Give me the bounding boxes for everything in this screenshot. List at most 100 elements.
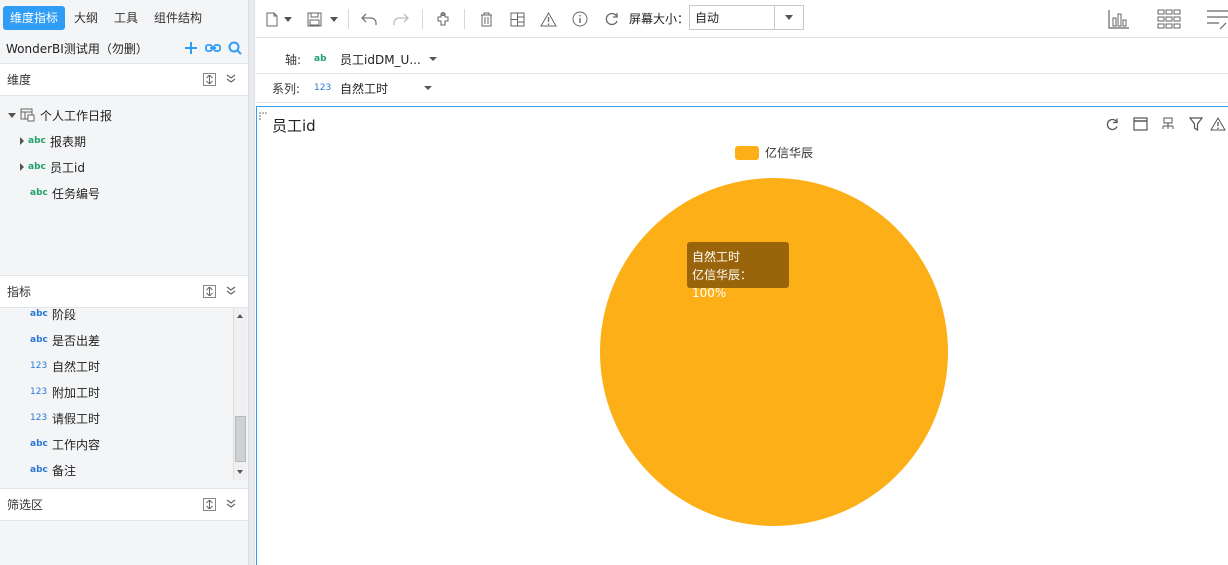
left-panel: 维度指标 大纲 工具 组件结构 WonderBI测试用（勿删） 维度 个人工作日… bbox=[0, 0, 248, 565]
list-item[interactable]: abc 备注 bbox=[30, 460, 76, 480]
collapse-chevron-icon[interactable] bbox=[226, 73, 238, 87]
axis-label: 轴: bbox=[285, 52, 302, 67]
toolbar: 屏幕大小： 自动 bbox=[256, 0, 1228, 38]
project-bar: WonderBI测试用（勿删） bbox=[6, 38, 246, 58]
list-item[interactable]: 123 自然工时 bbox=[30, 356, 100, 376]
pie-slice-亿信华辰[interactable] bbox=[600, 178, 948, 526]
warning-icon[interactable] bbox=[538, 9, 558, 29]
dimension-section-title: 维度 bbox=[7, 73, 32, 87]
panel-splitter[interactable] bbox=[248, 0, 255, 565]
tooltip-value: 亿信华辰：100% bbox=[692, 268, 753, 300]
field-label: 是否出差 bbox=[52, 333, 101, 348]
expand-panel-icon[interactable] bbox=[203, 73, 216, 86]
screen-size-label: 屏幕大小： bbox=[629, 12, 690, 26]
list-item[interactable]: abc 是否出差 bbox=[30, 330, 100, 350]
scroll-thumb[interactable] bbox=[235, 416, 246, 462]
grid-view-icon[interactable] bbox=[1156, 7, 1182, 31]
screen-size-select[interactable]: 自动 bbox=[689, 5, 804, 30]
metric-section-header: 指标 bbox=[0, 275, 248, 308]
link-icon[interactable] bbox=[202, 39, 224, 57]
left-tabs: 维度指标 大纲 工具 组件结构 bbox=[0, 4, 211, 32]
tree-table-node[interactable]: 个人工作日报 bbox=[8, 105, 112, 125]
save-icon[interactable] bbox=[306, 9, 322, 29]
search-icon[interactable] bbox=[224, 39, 246, 57]
redo-icon[interactable] bbox=[390, 9, 412, 29]
tree-item[interactable]: abc 报表期 bbox=[20, 131, 86, 151]
field-type-number: 123 bbox=[30, 413, 48, 423]
filter-section-header: 筛选区 bbox=[0, 488, 248, 521]
add-icon[interactable] bbox=[180, 39, 202, 57]
axis-field-select[interactable]: ab 员工idDM_U... bbox=[314, 51, 437, 68]
list-item[interactable]: 123 附加工时 bbox=[30, 382, 100, 402]
field-type-number: 123 bbox=[314, 83, 332, 93]
collapse-chevron-icon[interactable] bbox=[226, 285, 238, 299]
project-name: WonderBI测试用（勿删） bbox=[6, 41, 148, 56]
field-type-abc: abc bbox=[30, 465, 48, 475]
field-type-abc: abc bbox=[28, 136, 46, 146]
metric-section-title: 指标 bbox=[7, 285, 32, 299]
chevron-down-icon[interactable] bbox=[774, 6, 803, 29]
field-label: 员工id bbox=[50, 160, 85, 175]
expand-panel-icon[interactable] bbox=[203, 285, 216, 298]
info-icon[interactable] bbox=[570, 9, 590, 29]
tab-component-structure[interactable]: 组件结构 bbox=[147, 6, 209, 30]
series-row: 系列: 123 自然工时 bbox=[256, 74, 1228, 103]
toolbar-separator bbox=[464, 9, 465, 29]
metric-list-scrollbar[interactable] bbox=[233, 308, 247, 480]
collapse-chevron-icon[interactable] bbox=[226, 498, 238, 512]
tab-outline[interactable]: 大纲 bbox=[67, 6, 105, 30]
plugin-icon[interactable] bbox=[432, 9, 454, 29]
save-dropdown-icon[interactable] bbox=[328, 9, 340, 29]
tab-tools[interactable]: 工具 bbox=[107, 6, 145, 30]
list-item[interactable]: 123 请假工时 bbox=[30, 408, 100, 428]
field-label: 备注 bbox=[52, 463, 77, 478]
field-label: 报表期 bbox=[50, 134, 87, 149]
collapsed-triangle-icon[interactable] bbox=[20, 163, 24, 171]
expand-panel-icon[interactable] bbox=[203, 498, 216, 511]
list-item[interactable]: abc 工作内容 bbox=[30, 434, 100, 454]
field-type-abc: abc bbox=[30, 335, 48, 345]
pie-chart[interactable] bbox=[257, 107, 1228, 565]
chart-widget[interactable]: 员工id 亿信华辰 自然工时 亿信华辰：100% bbox=[256, 106, 1228, 565]
collapsed-triangle-icon[interactable] bbox=[20, 137, 24, 145]
field-label: 工作内容 bbox=[52, 437, 101, 452]
undo-icon[interactable] bbox=[358, 9, 380, 29]
scroll-down-icon[interactable] bbox=[237, 470, 243, 474]
series-label: 系列: bbox=[272, 81, 301, 96]
field-type-abc: abc bbox=[30, 309, 48, 319]
chevron-down-icon[interactable] bbox=[428, 57, 437, 61]
chart-view-icon[interactable] bbox=[1106, 7, 1132, 31]
field-type-abc: abc bbox=[28, 162, 46, 172]
new-file-icon[interactable] bbox=[264, 9, 280, 29]
field-label: 请假工时 bbox=[52, 411, 101, 426]
chart-tooltip: 自然工时 亿信华辰：100% bbox=[687, 242, 789, 300]
series-field-value: 自然工时 bbox=[340, 81, 389, 96]
tab-dimension-metric[interactable]: 维度指标 bbox=[3, 6, 66, 30]
tree-item[interactable]: abc 任务编号 bbox=[30, 183, 100, 203]
field-type-number: 123 bbox=[30, 361, 48, 371]
tree-item[interactable]: abc 员工id bbox=[20, 157, 85, 177]
axis-row: 轴: ab 员工idDM_U... bbox=[256, 45, 1228, 74]
screen-size-value: 自动 bbox=[695, 11, 720, 25]
toolbar-separator bbox=[422, 9, 423, 29]
metric-list: abc 阶段 abc 是否出差 123 自然工时 123 附加工时 123 请假… bbox=[0, 308, 248, 480]
scroll-up-icon[interactable] bbox=[237, 314, 243, 318]
field-type-abc: ab bbox=[314, 54, 327, 64]
field-label: 任务编号 bbox=[52, 186, 101, 201]
chevron-down-icon[interactable] bbox=[424, 86, 433, 90]
delete-icon[interactable] bbox=[476, 9, 496, 29]
refresh-icon[interactable] bbox=[602, 9, 622, 29]
list-item[interactable]: abc 阶段 bbox=[30, 308, 76, 324]
series-field-select[interactable]: 123 自然工时 bbox=[314, 80, 433, 97]
properties-icon[interactable] bbox=[1206, 7, 1228, 31]
field-label: 阶段 bbox=[52, 308, 77, 322]
layout-icon[interactable] bbox=[507, 9, 527, 29]
field-type-abc: abc bbox=[30, 439, 48, 449]
field-type-number: 123 bbox=[30, 387, 48, 397]
tooltip-series: 自然工时 bbox=[692, 250, 741, 264]
expanded-triangle-icon[interactable] bbox=[8, 112, 16, 118]
field-label: 附加工时 bbox=[52, 385, 101, 400]
filter-section-title: 筛选区 bbox=[7, 498, 44, 512]
field-label: 自然工时 bbox=[52, 359, 101, 374]
new-file-dropdown-icon[interactable] bbox=[282, 9, 294, 29]
